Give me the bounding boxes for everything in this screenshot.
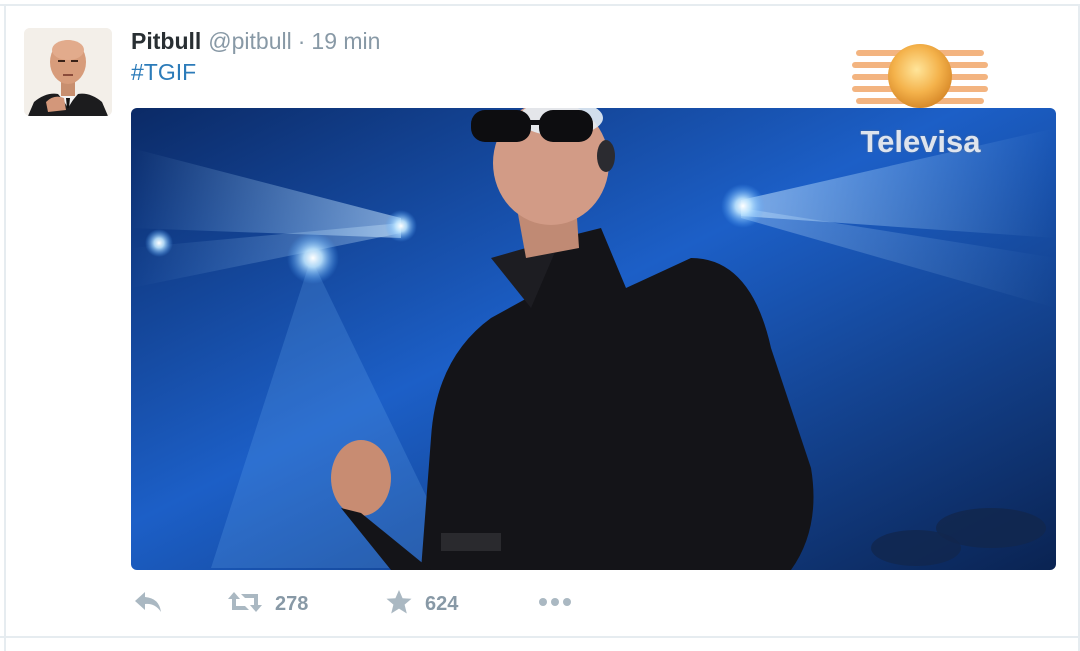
hashtag-link[interactable]: #TGIF <box>131 59 196 86</box>
tweet-header: Pitbull @pitbull · 19 min <box>131 28 380 54</box>
favorite-count: 624 <box>425 592 459 615</box>
tweet-photo[interactable] <box>131 108 1056 570</box>
more-icon <box>537 595 573 613</box>
reply-button[interactable] <box>133 586 163 622</box>
retweet-count: 278 <box>275 592 309 615</box>
avatar[interactable] <box>24 28 112 116</box>
card-border-left <box>4 4 6 651</box>
timestamp[interactable]: 19 min <box>311 28 380 55</box>
favorite-icon <box>385 589 413 620</box>
separator-dot: · <box>297 28 306 54</box>
tweet-actions: 278 624 <box>131 586 731 622</box>
user-handle[interactable]: @pitbull <box>208 28 291 55</box>
tweet-card: Pitbull @pitbull · 19 min #TGIF Televisa… <box>0 0 1080 651</box>
card-border-bottom <box>0 636 1080 638</box>
more-button[interactable] <box>537 586 573 622</box>
favorite-button[interactable]: 624 <box>385 586 458 622</box>
card-border-top <box>0 4 1080 6</box>
watermark-text: Televisa <box>860 124 981 159</box>
reply-icon <box>133 590 163 619</box>
retweet-icon <box>227 590 263 619</box>
retweet-button[interactable]: 278 <box>227 586 308 622</box>
display-name[interactable]: Pitbull <box>131 28 201 55</box>
